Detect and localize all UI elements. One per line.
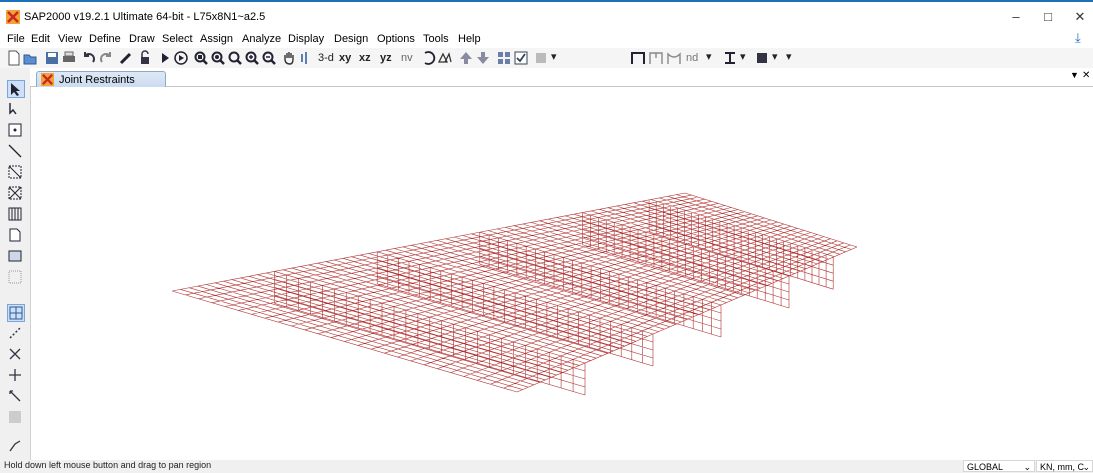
- menu-draw[interactable]: Draw: [129, 33, 155, 45]
- left-toolbar: [0, 68, 31, 460]
- draw-special-joint-icon[interactable]: [7, 304, 25, 322]
- shell-mesh-model: [171, 192, 858, 396]
- object-shrink-icon[interactable]: [496, 50, 512, 66]
- save-icon[interactable]: [44, 50, 60, 66]
- open-model-icon[interactable]: [22, 50, 38, 66]
- document-tab-bar: Joint Restraints ▼ ✕: [30, 68, 1093, 88]
- view-3d-button[interactable]: 3-d: [318, 52, 334, 64]
- draw-cable-icon[interactable]: [666, 50, 682, 66]
- draw-poly-area-icon[interactable]: [7, 227, 23, 243]
- more-tools-dropdown-icon[interactable]: ▾: [786, 50, 792, 63]
- view-yz-button[interactable]: yz: [380, 52, 392, 64]
- sap2000-app-icon: [6, 10, 20, 24]
- quick-draw-area-icon[interactable]: [7, 269, 23, 285]
- menu-options[interactable]: Options: [377, 33, 415, 45]
- download-icon[interactable]: ⤓: [1075, 30, 1081, 46]
- run-now-icon[interactable]: [173, 50, 189, 66]
- window-accent-strip: [0, 0, 1093, 2]
- status-message: Hold down left mouse button and drag to …: [4, 460, 212, 470]
- close-button[interactable]: ✕: [1066, 8, 1093, 26]
- draw-frame-icon[interactable]: [630, 50, 646, 66]
- window-title: SAP2000 v19.2.1 Ultimate 64-bit - L75x8N…: [24, 11, 266, 23]
- coordinate-system-value: GLOBAL: [967, 462, 1004, 472]
- drawing-pointer-icon[interactable]: [298, 50, 314, 66]
- tab-list-dropdown-icon[interactable]: ▼: [1070, 70, 1079, 80]
- node-label-button[interactable]: nd: [686, 52, 698, 64]
- menu-display[interactable]: Display: [288, 33, 324, 45]
- draw-section-cut-icon[interactable]: [7, 346, 23, 362]
- set-display-options-icon[interactable]: [513, 50, 529, 66]
- draw-area-icon[interactable]: [754, 50, 770, 66]
- redo-icon[interactable]: [98, 50, 114, 66]
- status-bar: Hold down left mouse button and drag to …: [0, 460, 1093, 472]
- menu-assign[interactable]: Assign: [200, 33, 233, 45]
- menu-view[interactable]: View: [58, 33, 82, 45]
- menu-file[interactable]: File: [7, 33, 25, 45]
- view-xz-button[interactable]: xz: [359, 52, 371, 64]
- zoom-default-icon[interactable]: [210, 50, 226, 66]
- quick-draw-frame-icon[interactable]: [7, 164, 23, 180]
- quick-draw-braces-icon[interactable]: [7, 185, 23, 201]
- chevron-down-icon: ⌄: [1082, 462, 1090, 472]
- menu-select[interactable]: Select: [162, 33, 193, 45]
- new-model-icon[interactable]: [6, 50, 22, 66]
- units-select[interactable]: KN, mm, C ⌄: [1036, 460, 1093, 472]
- menu-bar: File Edit View Define Draw Select Assign…: [0, 30, 1093, 48]
- draw-joint-icon[interactable]: [7, 122, 23, 138]
- draw-developed-elevation-icon[interactable]: [7, 367, 23, 383]
- units-value: KN, mm, C: [1040, 462, 1084, 472]
- menu-edit[interactable]: Edit: [31, 33, 50, 45]
- view-nv-button[interactable]: nv: [401, 52, 413, 64]
- draw-frame-line-icon[interactable]: [7, 143, 23, 159]
- lock-icon[interactable]: [137, 50, 153, 66]
- zoom-out-icon[interactable]: [261, 50, 277, 66]
- rotate-3d-icon[interactable]: [420, 50, 436, 66]
- zoom-in-icon[interactable]: [244, 50, 260, 66]
- draw-reference-point-icon[interactable]: [7, 409, 23, 425]
- tab-joint-restraints[interactable]: Joint Restraints: [36, 71, 166, 88]
- menu-help[interactable]: Help: [458, 33, 481, 45]
- restore-view-icon[interactable]: [227, 50, 243, 66]
- reshape-pointer-icon[interactable]: [7, 101, 23, 117]
- assign-display-icon[interactable]: [534, 50, 550, 66]
- draw-frame-brace-icon[interactable]: [648, 50, 664, 66]
- view-xy-button[interactable]: xy: [339, 52, 351, 64]
- pencil-icon[interactable]: [118, 50, 134, 66]
- print-icon[interactable]: [61, 50, 77, 66]
- coordinate-system-select[interactable]: GLOBAL ⌄: [963, 460, 1035, 472]
- node-dropdown-icon[interactable]: ▾: [706, 50, 712, 63]
- model-view-canvas[interactable]: [31, 87, 1093, 460]
- pan-hand-icon[interactable]: [281, 50, 297, 66]
- area-dropdown-icon[interactable]: ▾: [772, 50, 778, 63]
- menu-tools[interactable]: Tools: [423, 33, 449, 45]
- sap2000-tab-icon: [41, 73, 54, 86]
- draw-section-icon[interactable]: [722, 50, 738, 66]
- tab-close-button[interactable]: ✕: [1082, 70, 1090, 81]
- menu-analyze[interactable]: Analyze: [242, 33, 281, 45]
- draw-link-icon[interactable]: [7, 325, 23, 341]
- section-dropdown-icon[interactable]: ▾: [740, 50, 746, 63]
- move-down-icon[interactable]: [475, 50, 491, 66]
- minimize-button[interactable]: –: [1002, 8, 1030, 26]
- main-toolbar: 3-d xy xz yz nv ▾ nd ▾ ▾ ▾ ▾: [0, 48, 1093, 69]
- quick-draw-secondary-beams-icon[interactable]: [7, 206, 23, 222]
- run-analysis-icon[interactable]: [157, 50, 173, 66]
- pointer-icon[interactable]: [7, 80, 25, 98]
- assign-display-dropdown-icon[interactable]: ▾: [551, 50, 557, 63]
- draw-rectangular-area-icon[interactable]: [7, 248, 23, 264]
- zoom-window-icon[interactable]: [193, 50, 209, 66]
- undo-icon[interactable]: [81, 50, 97, 66]
- tab-label: Joint Restraints: [59, 74, 135, 86]
- draw-tendon-icon[interactable]: [7, 438, 23, 454]
- mesh-grid-lines: [171, 192, 858, 396]
- move-up-icon[interactable]: [458, 50, 474, 66]
- perspective-toggle-icon[interactable]: [437, 50, 453, 66]
- menu-design[interactable]: Design: [334, 33, 368, 45]
- maximize-button[interactable]: □: [1034, 8, 1062, 26]
- menu-define[interactable]: Define: [89, 33, 121, 45]
- chevron-down-icon: ⌄: [1023, 462, 1031, 472]
- draw-dimension-line-icon[interactable]: [7, 388, 23, 404]
- title-bar: SAP2000 v19.2.1 Ultimate 64-bit - L75x8N…: [0, 0, 1093, 30]
